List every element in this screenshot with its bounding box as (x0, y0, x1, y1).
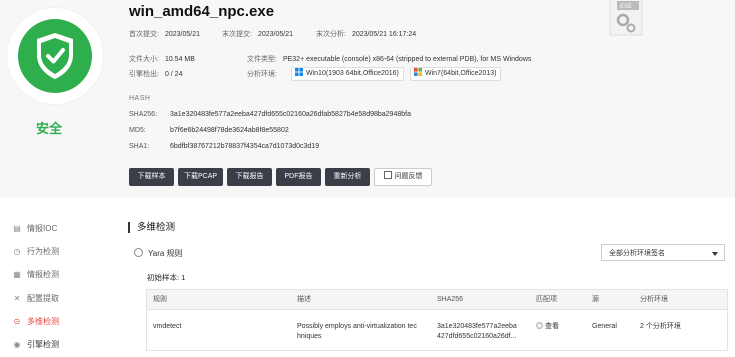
download-report-button[interactable]: 下载报告 (227, 168, 272, 186)
sha256-value[interactable]: 3a1e320483fe577a2eeba427dfd655c02160a26d… (170, 111, 411, 118)
sha256-row: SHA256: 3a1e320483fe577a2eeba427dfd655c02… (129, 111, 411, 118)
verdict-circle (18, 19, 92, 93)
feedback-icon (383, 171, 392, 179)
windows10-icon (295, 68, 303, 76)
sidebar-item-behavior[interactable]: ◷ 行为检测 (12, 246, 60, 257)
grid-icon: ▦ (13, 270, 21, 279)
col-match: 匹配项 (536, 296, 557, 303)
clock-icon: ◷ (13, 247, 21, 256)
verdict-label: 安全 (36, 121, 63, 136)
sidebar-item-intel-ioc[interactable]: ▤ 情报IOC (12, 223, 57, 234)
first-submit: 首次提交: 2023/05/21 (129, 31, 200, 38)
hash-heading: HASH (129, 95, 151, 102)
download-pcap-button[interactable]: 下载PCAP (178, 168, 223, 186)
cell-desc: Possibly employs anti-virtualization tec… (297, 323, 417, 340)
col-sha256: SHA256 (437, 296, 464, 303)
file-type: 文件类型: PE32+ executable (console) x86-64 (… (247, 56, 532, 63)
col-source: 源 (592, 296, 599, 303)
last-analysis: 末次分析: 2023/05/21 16:17:24 (316, 31, 417, 38)
env-filter-select[interactable]: 全部分析环境签名 (601, 244, 725, 261)
sha1-value[interactable]: 6bdfbf38767212b78837f4354ca7d1073d0c3d19 (170, 143, 319, 150)
env-label: 分析环境: (247, 71, 277, 78)
col-env: 分析环境 (640, 296, 668, 303)
file-size: 文件大小: 10.54 MB (129, 56, 195, 63)
sha1-row: SHA1: 6bdfbf38767212b78837f4354ca7d1073d0… (129, 143, 320, 150)
chevron-down-icon (712, 252, 718, 256)
windows7-icon (414, 68, 422, 76)
yara-title: Yara 规则 (134, 248, 183, 259)
help-icon: ◉ (13, 340, 21, 349)
feedback-button[interactable]: 问题反馈 (374, 168, 432, 186)
sidebar-item-engine[interactable]: ◉ 引擎检测 (12, 339, 60, 350)
col-desc: 描述 (297, 296, 311, 303)
cell-source: General (592, 323, 617, 330)
reanalyze-button[interactable]: 重新分析 (325, 168, 370, 186)
section-title: 多维检测 (128, 222, 175, 233)
table-row: vmdetect Possibly employs anti-virtualiz… (147, 310, 727, 350)
doc-icon: ▤ (13, 224, 21, 233)
md5-value[interactable]: b7f6e6b24498f78de3624ab8f8e55802 (170, 127, 289, 134)
eye-icon: ◎ (536, 323, 545, 330)
shield-check-icon (37, 33, 73, 79)
env-win10[interactable]: Win10(1903 64bit,Office2016) (291, 67, 404, 81)
file-name: win_amd64_npc.exe (129, 3, 275, 20)
cell-match[interactable]: ◎ 查看 (536, 322, 559, 332)
engine-detect: 引擎检出: 0 / 24 (129, 71, 183, 78)
magnify-icon: ⊙ (13, 317, 21, 326)
sidebar-item-config[interactable]: ✕ 配置提取 (12, 293, 59, 304)
table-header: 规则 描述 SHA256 匹配项 源 分析环境 (147, 290, 727, 310)
col-rule: 规则 (153, 296, 167, 303)
sample-count: 初始样本: 1 (147, 273, 186, 282)
pdf-report-button[interactable]: PDF报告 (276, 168, 321, 186)
cell-env[interactable]: 2 个分析环境 (640, 322, 681, 332)
env-win7[interactable]: Win7(64bit,Office2013) (410, 67, 502, 81)
yara-table: 规则 描述 SHA256 匹配项 源 分析环境 vmdetect Possibl… (146, 289, 728, 351)
wrench-icon: ✕ (13, 294, 21, 303)
cell-sha256[interactable]: 3a1e320483fe577a2eeba 427dfd655c02160a26… (437, 322, 529, 342)
yara-icon (134, 248, 143, 257)
md5-row: MD5: b7f6e6b24498f78de3624ab8f8e55802 (129, 127, 289, 134)
sidebar-item-multi[interactable]: ⊙ 多维检测 (12, 316, 59, 327)
exe-file-icon: EXE (609, 0, 643, 36)
download-sample-button[interactable]: 下载样本 (129, 168, 174, 186)
cell-rule: vmdetect (153, 323, 182, 330)
sidebar-item-intel-detect[interactable]: ▦ 情报检测 (12, 269, 59, 280)
verdict-badge (7, 8, 103, 104)
exe-badge-text: EXE (620, 4, 632, 10)
last-submit: 末次提交: 2023/05/21 (222, 31, 293, 38)
